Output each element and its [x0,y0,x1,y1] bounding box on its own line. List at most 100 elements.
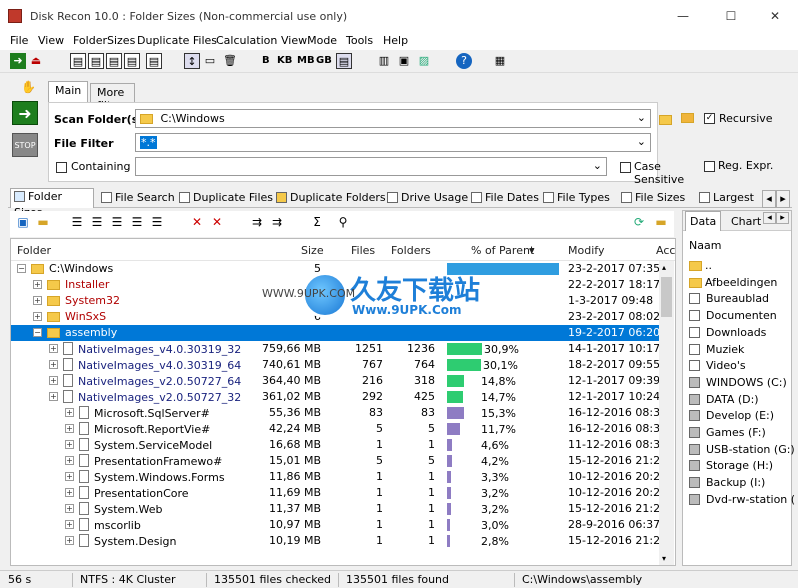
export-csv-icon[interactable]: ▤ [106,53,122,69]
tree-row[interactable]: + Microsoft.ReportVie# 42,24 MB 5 5 16-12-201… [11,421,667,437]
menu-help[interactable]: Help [383,34,408,47]
tab-scroll-left[interactable]: ◂ [762,190,776,208]
collapse-icon[interactable]: − [17,264,26,273]
navigator-item[interactable]: Backup (I:) [689,476,765,489]
unit-gb-button[interactable]: GB [316,53,332,69]
tab-folder-sizes[interactable]: Folder Sizes [10,188,94,219]
scan-folder-input[interactable]: C:\Windows ⌄ [135,109,651,128]
navigator-item[interactable]: Develop (E:) [689,409,774,422]
layout-icon[interactable]: ▥ [376,53,392,69]
scroll-down-icon[interactable]: ▾ [662,554,666,563]
expand-icon[interactable]: + [49,392,58,401]
column-pct-parent[interactable]: % of Parent [471,244,534,257]
expand-icon[interactable]: + [49,360,58,369]
tree-row[interactable]: + NativeImages_v2.0.50727_32 361,02 MB 292 4… [11,389,661,405]
expand-icon[interactable]: + [65,472,74,481]
navigator-item[interactable]: Bureaublad [689,292,769,305]
expand-icon[interactable]: + [65,504,74,513]
tree-row[interactable]: + System.Windows.Forms 11,86 MB 1 1 10-12-201… [11,469,667,485]
move-up-icon[interactable]: ⇉ [248,215,266,229]
navigator-item[interactable]: Documenten [689,309,777,322]
file-filter-input[interactable]: *.* ⌄ [135,133,651,152]
column-access[interactable]: Acce [656,244,675,257]
scroll-up-icon[interactable]: ▴ [662,263,666,272]
export-txt-icon[interactable]: ▤ [124,53,140,69]
exit-icon[interactable]: ⏏ [28,53,44,69]
expand-icon[interactable]: + [33,296,42,305]
menu-foldersizes[interactable]: FolderSizes [73,34,135,47]
navigator-item[interactable]: DATA (D:) [689,393,759,406]
expand-icon[interactable]: + [65,536,74,545]
trash-icon[interactable]: 🗑 [222,53,238,69]
stop-scan-button[interactable]: STOP [12,133,38,157]
containing-checkbox[interactable] [56,162,67,173]
tree-row[interactable]: + Microsoft.SqlServer# 55,36 MB 83 83 16-12-2… [11,405,667,421]
tab-file-types[interactable]: File Types [540,190,610,208]
help-icon[interactable]: ? [456,53,472,69]
column-size[interactable]: Size [301,244,324,257]
resize-icon[interactable]: ↕ [184,53,200,69]
navigator-item[interactable]: Dvd-rw-station ( [689,493,795,506]
expand-icon[interactable]: + [65,520,74,529]
menu-duplicate-files[interactable]: Duplicate Files [137,34,217,47]
expand-icon[interactable]: + [65,456,74,465]
open-folder-icon[interactable]: ▬ [34,215,52,229]
column-folder[interactable]: Folder [17,244,51,257]
tree-scrollbar[interactable]: ▴ ▾ [659,261,674,565]
case-sensitive-checkbox[interactable] [620,162,631,173]
preview-icon[interactable]: ▣ [396,53,412,69]
tab-main[interactable]: Main [48,81,89,102]
tab-scroll-right[interactable]: ▸ [776,190,790,208]
tree-row[interactable]: + mscorlib 10,97 MB 1 1 28-9-2016 06:37 3,0% [11,517,661,533]
unit-b-button[interactable]: B [262,53,270,69]
expand-icon[interactable]: + [33,312,42,321]
menu-calculation[interactable]: Calculation [216,34,277,47]
navigator-item[interactable]: Afbeeldingen [689,276,777,289]
recursive-checkbox[interactable]: ✓ [704,113,715,124]
chevron-down-icon[interactable]: ⌄ [593,159,602,172]
column-files[interactable]: Files [351,244,375,257]
go-icon[interactable]: ➜ [10,53,26,69]
tree-row[interactable]: + System.Design 10,19 MB 1 1 15-12-2016 21:22… [11,533,667,549]
unit-mb-button[interactable]: MB [297,53,315,69]
navigator-item[interactable]: .. [689,259,712,272]
export-icon[interactable]: ▤ [70,53,86,69]
tree-row[interactable]: + PresentationCore 11,69 MB 1 1 10-12-2016 20… [11,485,667,501]
collapse-icon[interactable]: ☰ [108,215,126,229]
expand-icon[interactable]: + [49,376,58,385]
menu-tools[interactable]: Tools [346,34,373,47]
tab-largest-files[interactable]: Largest File [696,190,758,208]
tree-row[interactable]: + System.Web 11,37 MB 1 1 15-12-2016 21:22 3,2… [11,501,667,517]
navigator-item[interactable]: WINDOWS (C:) [689,376,787,389]
tab-chart[interactable]: Chart [727,213,761,230]
navigator-item[interactable]: Video's [689,359,746,372]
unit-kb-button[interactable]: KB [277,53,292,69]
column-folders[interactable]: Folders [391,244,431,257]
about-icon[interactable]: ▦ [492,53,508,69]
tree-row[interactable]: + NativeImages_v4.0.30319_32 759,66 MB 1251… [11,341,661,357]
navigator-item[interactable]: Muziek [689,343,744,356]
collapse-icon[interactable]: − [33,328,42,337]
tree-row[interactable]: − assembly 19-2-2017 06:20 [11,325,661,341]
tree-row[interactable]: + NativeImages_v4.0.30319_64 740,61 MB 767 7… [11,357,661,373]
browse-folder-icon[interactable] [659,115,672,125]
delete-icon[interactable]: ✕ [188,215,206,229]
nav-scroll-left[interactable]: ◂ [763,212,776,224]
tree-level-icon[interactable]: ☰ [148,215,166,229]
expand-icon[interactable]: + [49,344,58,353]
expand-icon[interactable]: ☰ [68,215,86,229]
scroll-thumb[interactable] [661,277,672,317]
tab-file-dates[interactable]: File Dates [468,190,539,208]
tab-duplicate-folders[interactable]: Duplicate Folders [273,190,386,208]
tree-row[interactable]: + System.ServiceModel 16,68 MB 1 1 11-12-2016… [11,437,667,453]
image-icon[interactable]: ▨ [416,53,432,69]
navigator-item[interactable]: Games (F:) [689,426,766,439]
tab-more-filters[interactable]: More filters [90,83,136,112]
maximize-button[interactable]: ☐ [708,0,754,32]
refresh-icon[interactable]: ⟳ [630,215,648,229]
sum-icon[interactable]: Σ [308,215,326,229]
export-html-icon[interactable]: ▤ [88,53,104,69]
tab-drive-usage[interactable]: Drive Usage [384,190,468,208]
menu-viewmode[interactable]: ViewMode [281,34,337,47]
tab-file-sizes[interactable]: File Sizes [618,190,685,208]
